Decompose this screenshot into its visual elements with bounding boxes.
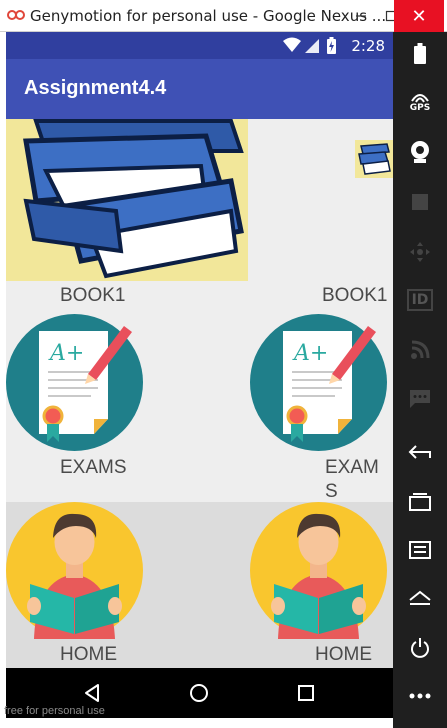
rss-button[interactable] [393,330,447,370]
home-icon [409,590,431,605]
exam-paper-icon: A+ [250,314,387,451]
window-title-bar: Genymotion for personal use - Google Nex… [0,0,447,32]
grid-item-exams-right[interactable]: A+ EXAM S [246,309,393,502]
device-screen: 2:28 Assignment4.4 BOOK1 BOOK1 A+ EXAMS … [6,32,393,718]
home-icon [190,684,208,702]
back-icon [85,684,99,702]
grid-item-label-wrap: S [325,481,338,502]
close-button[interactable]: ✕ [394,0,444,32]
dpad-button[interactable] [393,232,447,272]
menu-icon [409,541,431,559]
power-button[interactable] [393,628,447,668]
id-button[interactable]: ID [393,280,447,320]
wifi-icon [283,37,301,52]
more-button[interactable] [393,676,447,716]
recents-icon [298,685,314,701]
gps-label: GPS [409,103,431,113]
window-title: Genymotion for personal use - Google Nex… [30,7,387,25]
grid-item-home-left[interactable]: HOME [6,502,166,668]
side-menu-button[interactable] [393,530,447,570]
svg-text:A+: A+ [48,341,84,366]
app-bar: Assignment4.4 [6,59,393,119]
grid-item-exams-left[interactable]: A+ EXAMS [6,309,166,499]
status-time: 2:28 [351,37,385,55]
app-title: Assignment4.4 [24,77,167,99]
books-stack-icon [6,119,248,281]
back-icon [408,445,431,459]
grid-item-label: HOME [315,644,372,665]
dpad-icon [410,242,430,262]
genymotion-toolbar: GPS ID [393,32,447,728]
minimize-button[interactable] [346,0,376,32]
sms-button[interactable] [393,379,447,419]
signal-icon [305,39,319,53]
grid-item-label: EXAM [325,457,379,478]
minimize-icon [356,15,366,17]
nav-recents-button[interactable] [276,668,336,718]
power-icon [411,638,429,658]
battery-button[interactable] [393,34,447,74]
battery-icon [414,43,426,64]
gps-button[interactable]: GPS [393,82,447,122]
camera-icon [411,141,429,163]
recents-icon [409,493,431,511]
window-frame-bottom [0,718,393,728]
more-icon [409,693,431,699]
sms-icon [410,390,430,408]
grid-item-book1-right[interactable]: BOOK1 [306,119,393,309]
battery-charging-icon [327,37,336,54]
grid-item-label: BOOK1 [322,285,388,306]
grid-item-label: EXAMS [60,457,127,478]
status-bar: 2:28 [6,32,393,59]
reading-person-icon [250,502,387,639]
watermark: free for personal use [4,705,105,717]
camera-button[interactable] [393,132,447,172]
side-home-button[interactable] [393,578,447,618]
media-button[interactable] [393,182,447,222]
genymotion-logo-icon [7,10,25,20]
grid-content[interactable]: BOOK1 BOOK1 A+ EXAMS A+ EXAM S HOME HOME [6,119,393,668]
grid-item-label: HOME [60,644,117,665]
exam-paper-icon: A+ [6,314,143,451]
id-icon: ID [406,289,434,311]
side-back-button[interactable] [393,432,447,472]
grid-item-label: BOOK1 [60,285,126,306]
media-icon [412,194,428,210]
books-stack-icon [355,140,393,178]
reading-person-icon [6,502,143,639]
status-icons [283,37,336,54]
side-recents-button[interactable] [393,482,447,522]
rss-icon [411,340,430,359]
gps-icon [411,94,429,103]
nav-home-button[interactable] [169,668,229,718]
grid-item-book1-left[interactable]: BOOK1 [6,119,248,309]
svg-text:A+: A+ [292,341,328,366]
grid-item-home-right[interactable]: HOME [246,502,393,668]
